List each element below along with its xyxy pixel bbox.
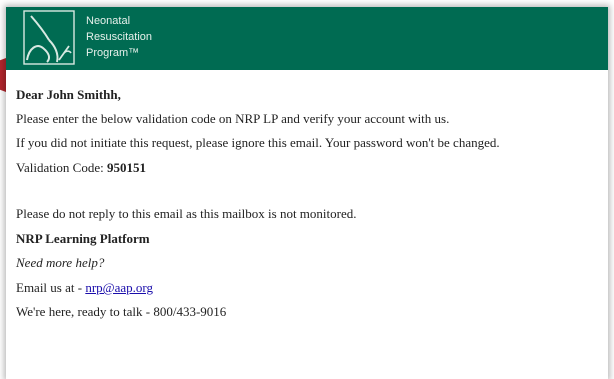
phone-line: We're here, ready to talk - 800/433-9016 bbox=[16, 304, 227, 319]
brand-line-1: Neonatal bbox=[86, 15, 131, 27]
brand-line-2: Resuscitation bbox=[86, 31, 153, 43]
brand-name: Neonatal Resuscitation Program™ bbox=[86, 13, 152, 61]
email-card: Neonatal Resuscitation Program™ Dear Joh… bbox=[6, 7, 608, 379]
signature: NRP Learning Platform bbox=[16, 231, 150, 246]
email-contact-label: Email us at - bbox=[16, 280, 83, 295]
validation-code-line: Validation Code: 950151 bbox=[16, 160, 146, 176]
email-contact-line: Email us at - nrp@aap.org bbox=[16, 280, 153, 296]
greeting: Dear John Smithh, bbox=[16, 87, 121, 102]
ignore-notice: If you did not initiate this request, pl… bbox=[16, 135, 500, 150]
help-prompt: Need more help? bbox=[16, 255, 105, 270]
no-reply-notice: Please do not reply to this email as thi… bbox=[16, 206, 357, 221]
email-link[interactable]: nrp@aap.org bbox=[85, 280, 153, 295]
instruction-text: Please enter the below validation code o… bbox=[16, 111, 450, 126]
validation-code-value: 950151 bbox=[107, 160, 146, 175]
header-banner: Neonatal Resuscitation Program™ bbox=[6, 7, 608, 70]
brand-line-3: Program™ bbox=[86, 47, 140, 59]
validation-code-label: Validation Code: bbox=[16, 160, 104, 175]
nrp-logo-icon bbox=[23, 10, 75, 65]
